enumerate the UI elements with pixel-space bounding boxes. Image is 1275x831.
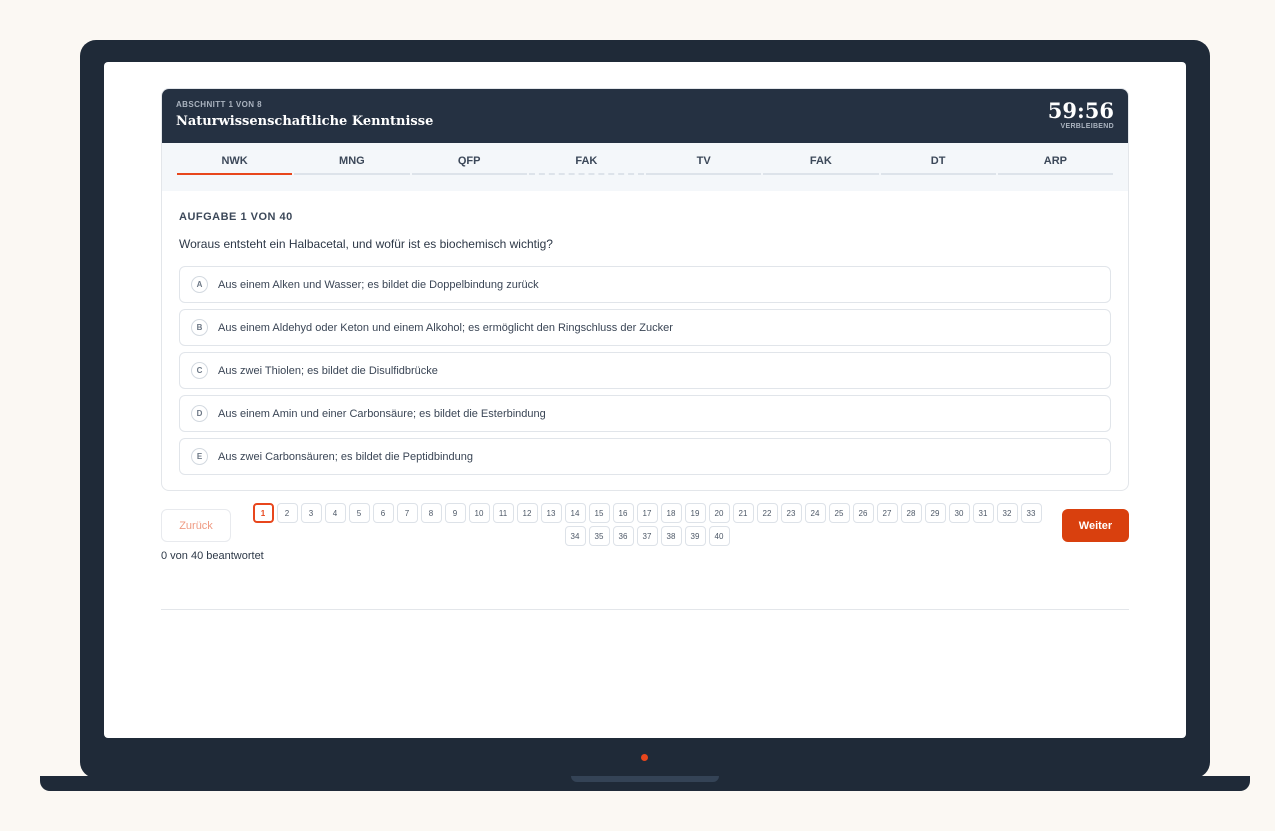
indicator-light — [641, 754, 648, 761]
page-button-9[interactable]: 9 — [444, 503, 466, 523]
page-button-3[interactable]: 3 — [300, 503, 322, 523]
answered-count: 0 von 40 beantwortet — [161, 550, 264, 562]
page-button-16[interactable]: 16 — [612, 503, 634, 523]
question-number: AUFGABE 1 VON 40 — [179, 211, 293, 223]
page-button-38[interactable]: 38 — [660, 526, 682, 546]
option-letter: E — [191, 448, 208, 465]
option-text: Aus zwei Thiolen; es bildet die Disulfid… — [218, 364, 438, 377]
option-letter: B — [191, 319, 208, 336]
section-title: Naturwissenschaftliche Kenntnisse — [176, 114, 434, 129]
option-b[interactable]: B Aus einem Aldehyd oder Keton und einem… — [179, 309, 1111, 346]
page-button-25[interactable]: 25 — [828, 503, 850, 523]
back-button[interactable]: Zurück — [161, 509, 231, 542]
tab-qfp[interactable]: QFP — [411, 143, 528, 191]
page-button-24[interactable]: 24 — [804, 503, 826, 523]
page-button-20[interactable]: 20 — [708, 503, 730, 523]
question-body: AUFGABE 1 VON 40 Woraus entsteht ein Hal… — [162, 191, 1128, 475]
option-letter: C — [191, 362, 208, 379]
laptop-notch — [571, 776, 719, 782]
page-button-17[interactable]: 17 — [636, 503, 658, 523]
page-button-40[interactable]: 40 — [708, 526, 730, 546]
page-button-29[interactable]: 29 — [924, 503, 946, 523]
page-button-14[interactable]: 14 — [564, 503, 586, 523]
page-button-28[interactable]: 28 — [900, 503, 922, 523]
page-button-1[interactable]: 1 — [252, 503, 274, 523]
question-text: Woraus entsteht ein Halbacetal, und wofü… — [179, 237, 553, 251]
page-button-8[interactable]: 8 — [420, 503, 442, 523]
page-button-19[interactable]: 19 — [684, 503, 706, 523]
page-button-32[interactable]: 32 — [996, 503, 1018, 523]
page-button-11[interactable]: 11 — [492, 503, 514, 523]
tab-nwk[interactable]: NWK — [177, 143, 293, 191]
option-text: Aus zwei Carbonsäuren; es bildet die Pep… — [218, 450, 473, 463]
tab-arp[interactable]: ARP — [997, 143, 1114, 191]
page-button-12[interactable]: 12 — [516, 503, 538, 523]
option-text: Aus einem Alken und Wasser; es bildet di… — [218, 278, 539, 291]
page-button-7[interactable]: 7 — [396, 503, 418, 523]
page-button-30[interactable]: 30 — [948, 503, 970, 523]
tab-dt[interactable]: DT — [880, 143, 997, 191]
answer-options: A Aus einem Alken und Wasser; es bildet … — [179, 266, 1111, 475]
page-button-5[interactable]: 5 — [348, 503, 370, 523]
page-button-21[interactable]: 21 — [732, 503, 754, 523]
page-button-13[interactable]: 13 — [540, 503, 562, 523]
question-pager: 1 2 3 4 5 6 7 8 9 10 11 12 13 14 15 16 17 18 19 20 21 22 23 24 2… — [248, 503, 1046, 546]
page-button-22[interactable]: 22 — [756, 503, 778, 523]
option-letter: A — [191, 276, 208, 293]
page-button-34[interactable]: 34 — [564, 526, 586, 546]
tab-tv[interactable]: TV — [646, 143, 762, 191]
tab-mng[interactable]: MNG — [294, 143, 410, 191]
timer-label: VERBLEIBEND — [1060, 123, 1114, 130]
next-button[interactable]: Weiter — [1062, 509, 1129, 542]
page-button-18[interactable]: 18 — [660, 503, 682, 523]
tab-fak-2[interactable]: FAK — [763, 143, 879, 191]
page-button-27[interactable]: 27 — [876, 503, 898, 523]
timer: 59:56 — [1047, 98, 1114, 123]
section-header: ABSCHNITT 1 VON 8 Naturwissenschaftliche… — [162, 89, 1128, 143]
page-button-37[interactable]: 37 — [636, 526, 658, 546]
page-button-2[interactable]: 2 — [276, 503, 298, 523]
page-button-39[interactable]: 39 — [684, 526, 706, 546]
screen: ABSCHNITT 1 VON 8 Naturwissenschaftliche… — [104, 62, 1186, 738]
tab-fak[interactable]: FAK — [528, 143, 645, 191]
divider — [161, 609, 1129, 610]
option-a[interactable]: A Aus einem Alken und Wasser; es bildet … — [179, 266, 1111, 303]
page-button-10[interactable]: 10 — [468, 503, 490, 523]
page-button-35[interactable]: 35 — [588, 526, 610, 546]
question-card: ABSCHNITT 1 VON 8 Naturwissenschaftliche… — [161, 88, 1129, 491]
option-letter: D — [191, 405, 208, 422]
page-button-4[interactable]: 4 — [324, 503, 346, 523]
option-d[interactable]: D Aus einem Amin und einer Carbonsäure; … — [179, 395, 1111, 432]
option-text: Aus einem Aldehyd oder Keton und einem A… — [218, 321, 673, 334]
page-button-23[interactable]: 23 — [780, 503, 802, 523]
option-e[interactable]: E Aus zwei Carbonsäuren; es bildet die P… — [179, 438, 1111, 475]
page-button-33[interactable]: 33 — [1020, 503, 1042, 523]
page-button-31[interactable]: 31 — [972, 503, 994, 523]
section-tabs: NWK MNG QFP FAK TV FAK DT ARP — [162, 143, 1128, 191]
page-button-36[interactable]: 36 — [612, 526, 634, 546]
option-c[interactable]: C Aus zwei Thiolen; es bildet die Disulf… — [179, 352, 1111, 389]
page-button-6[interactable]: 6 — [372, 503, 394, 523]
section-kicker: ABSCHNITT 1 VON 8 — [176, 100, 262, 109]
option-text: Aus einem Amin und einer Carbonsäure; es… — [218, 407, 546, 420]
page-button-15[interactable]: 15 — [588, 503, 610, 523]
page-button-26[interactable]: 26 — [852, 503, 874, 523]
